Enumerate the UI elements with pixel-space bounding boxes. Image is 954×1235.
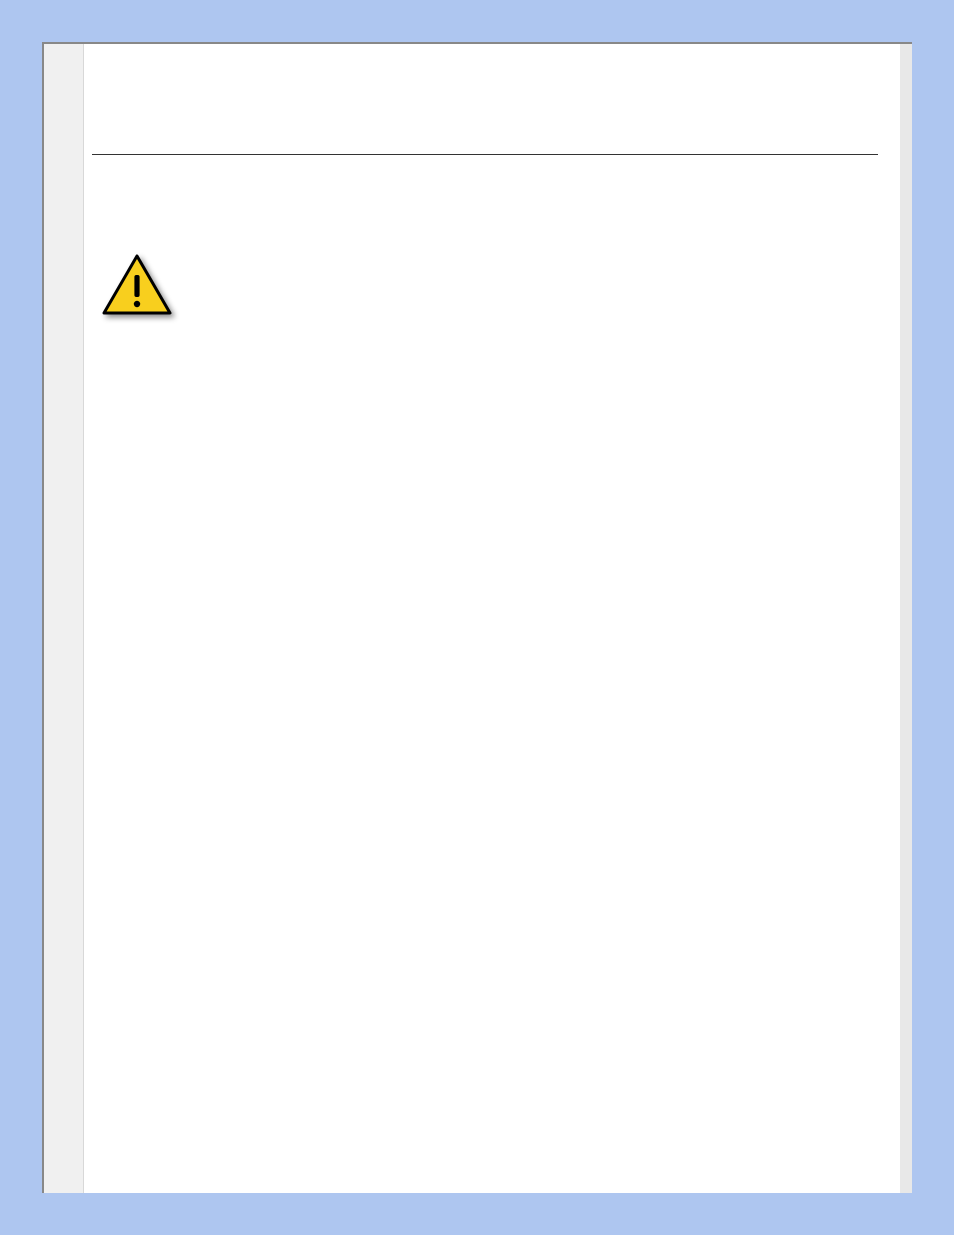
right-gutter: [900, 44, 912, 1193]
page-wrapper: [42, 42, 912, 1193]
header-divider: [92, 154, 878, 155]
content-area: [84, 44, 900, 1193]
warning-icon-block: [100, 253, 886, 324]
left-gutter: [44, 44, 84, 1193]
warning-icon: [100, 253, 174, 319]
page-frame: [28, 28, 926, 1207]
